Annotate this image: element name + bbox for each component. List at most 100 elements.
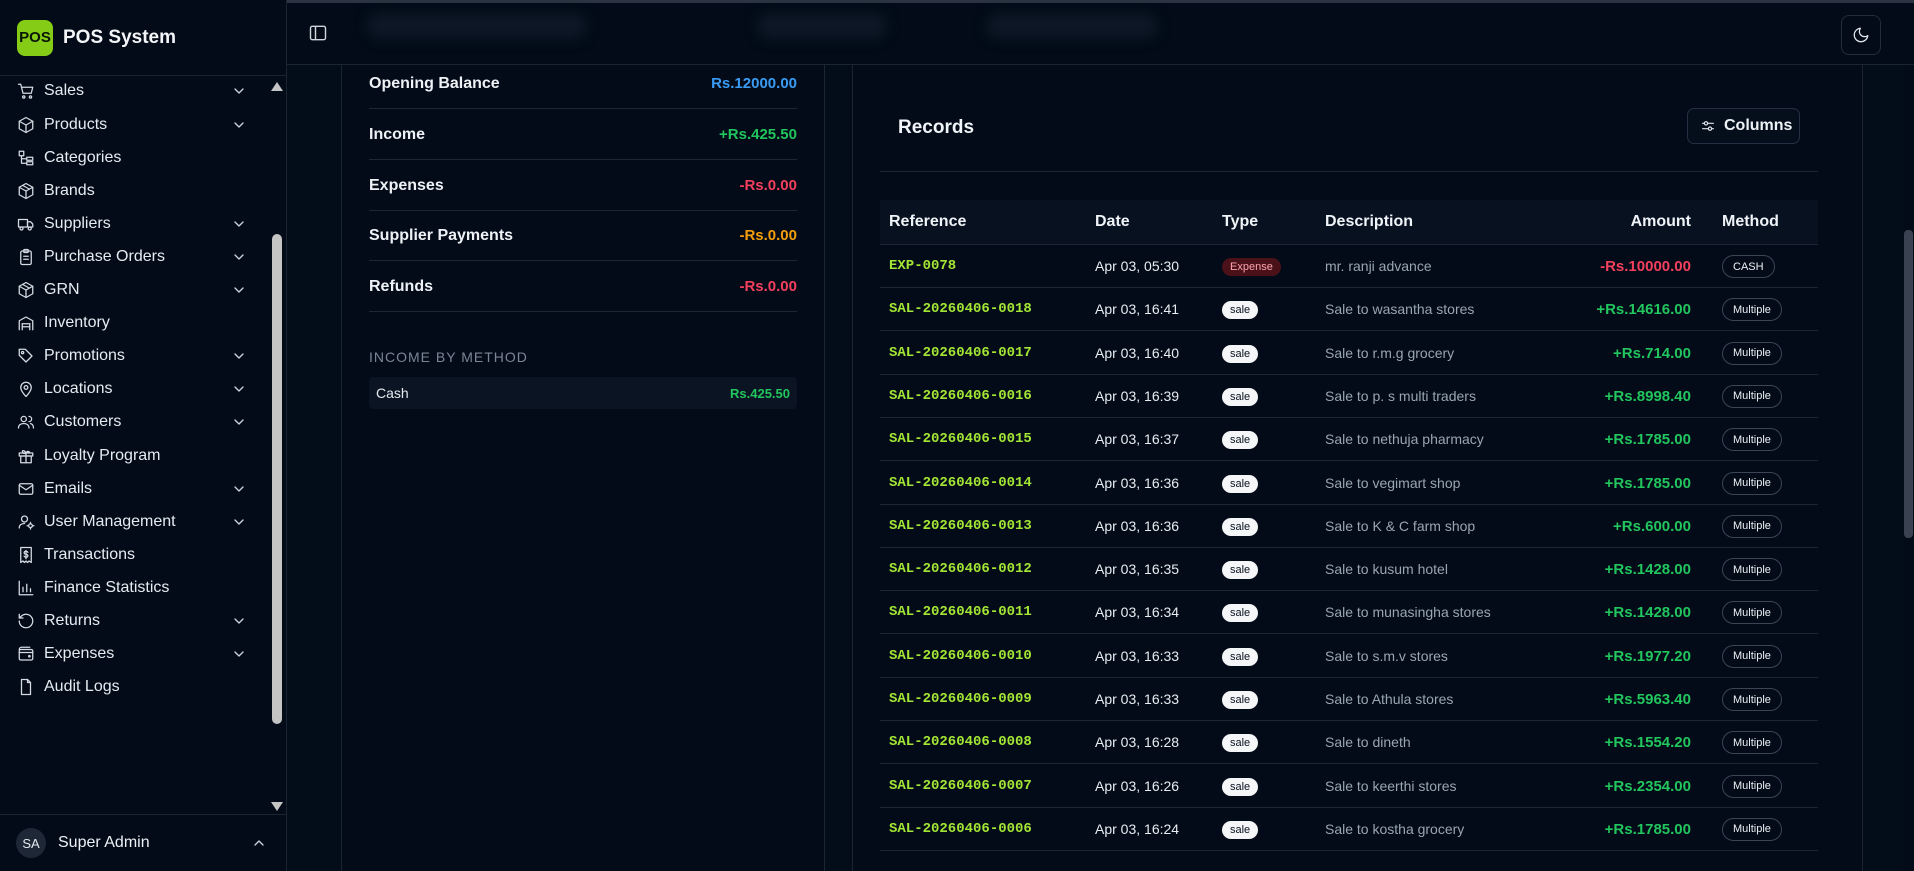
method-badge: Multiple xyxy=(1722,298,1782,322)
reference-cell[interactable]: SAL-20260406-0010 xyxy=(889,648,1032,664)
reference-cell[interactable]: SAL-20260406-0017 xyxy=(889,345,1032,361)
sidebar-toggle-button[interactable] xyxy=(308,23,330,45)
method-badge: Multiple xyxy=(1722,514,1782,538)
summary-label: Refunds xyxy=(369,277,433,295)
sidebar-scroll-thumb[interactable] xyxy=(272,234,282,724)
header-description[interactable]: Description xyxy=(1325,213,1413,231)
chevron-down-icon xyxy=(231,381,247,397)
reference-cell[interactable]: SAL-20260406-0014 xyxy=(889,475,1032,491)
summary-panel: Opening Balance Rs.12000.00 Income +Rs.425.… xyxy=(341,65,825,871)
file-icon xyxy=(16,677,36,697)
page-scroll-thumb[interactable] xyxy=(1904,230,1913,538)
blurred-header-content xyxy=(367,13,587,39)
chevron-down-icon xyxy=(231,83,247,99)
user-name: Super Admin xyxy=(58,834,150,851)
date-cell: Apr 03, 16:28 xyxy=(1095,734,1180,751)
summary-row-expenses: Expenses -Rs.0.00 xyxy=(369,161,797,211)
blurred-header-content xyxy=(987,13,1157,39)
sidebar-item-label: Emails xyxy=(44,480,93,497)
reference-cell[interactable]: SAL-20260406-0011 xyxy=(889,604,1032,620)
amount-cell: +Rs.14616.00 xyxy=(1596,301,1691,319)
amount-cell: +Rs.1428.00 xyxy=(1604,604,1691,622)
description-cell: Sale to Athula stores xyxy=(1325,691,1454,707)
type-badge: sale xyxy=(1222,301,1259,320)
table-row[interactable]: SAL-20260406-0007 Apr 03, 16:26 sale Sale t… xyxy=(880,765,1818,808)
main-content: Opening Balance Rs.12000.00 Income +Rs.425.… xyxy=(287,65,1914,871)
panel-left-icon xyxy=(309,25,327,41)
reference-cell[interactable]: SAL-20260406-0006 xyxy=(889,821,1032,837)
sidebar-item-sales[interactable]: Sales xyxy=(0,76,268,110)
date-cell: Apr 03, 16:33 xyxy=(1095,647,1180,664)
table-row[interactable]: EXP-0078 Apr 03, 05:30 Expense mr. ranji ad… xyxy=(880,245,1818,288)
table-row[interactable]: SAL-20260406-0012 Apr 03, 16:35 sale Sale t… xyxy=(880,548,1818,592)
reference-cell[interactable]: SAL-20260406-0009 xyxy=(889,691,1032,707)
sidebar-item-label: Promotions xyxy=(44,347,125,364)
reference-cell[interactable]: SAL-20260406-0007 xyxy=(889,778,1032,794)
sidebar-item-label: Returns xyxy=(44,612,101,629)
date-cell: Apr 03, 16:35 xyxy=(1095,561,1180,578)
table-row[interactable]: SAL-20260406-0016 Apr 03, 16:39 sale Sale t… xyxy=(880,375,1818,418)
description-cell: Sale to nethuja pharmacy xyxy=(1325,431,1484,448)
amount-cell: +Rs.1554.20 xyxy=(1604,734,1691,752)
table-row[interactable]: SAL-20260406-0018 Apr 03, 16:41 sale Sale t… xyxy=(880,288,1818,332)
user-menu[interactable]: SA Super Admin xyxy=(0,814,286,871)
description-cell: Sale to kusum hotel xyxy=(1325,561,1448,578)
type-badge: sale xyxy=(1222,431,1259,450)
sidebar-item-label: Suppliers xyxy=(44,215,111,232)
reference-cell[interactable]: SAL-20260406-0018 xyxy=(889,301,1032,317)
table-row[interactable]: SAL-20260406-0006 Apr 03, 16:24 sale Sale t… xyxy=(880,808,1818,851)
sidebar-item-label: Finance Statistics xyxy=(44,579,170,596)
reference-cell[interactable]: SAL-20260406-0012 xyxy=(889,561,1032,577)
sidebar-item-label: Brands xyxy=(44,182,95,199)
sidebar-item-label: User Management xyxy=(44,513,176,530)
reference-cell[interactable]: SAL-20260406-0008 xyxy=(889,734,1032,750)
brand-name: POS System xyxy=(63,26,176,48)
reference-cell[interactable]: EXP-0078 xyxy=(889,258,956,274)
table-row[interactable]: SAL-20260406-0008 Apr 03, 16:28 sale Sale t… xyxy=(880,721,1818,765)
method-badge: Multiple xyxy=(1722,817,1782,841)
sidebar-item-label: Categories xyxy=(44,149,122,166)
table-row[interactable]: SAL-20260406-0014 Apr 03, 16:36 sale Sale t… xyxy=(880,462,1818,505)
amount-cell: +Rs.2354.00 xyxy=(1604,777,1691,795)
bar-chart-icon xyxy=(16,578,36,598)
header-method[interactable]: Method xyxy=(1722,213,1779,231)
table-row[interactable]: SAL-20260406-0015 Apr 03, 16:37 sale Sale t… xyxy=(880,418,1818,462)
brand[interactable]: POS POS System xyxy=(0,0,286,76)
date-cell: Apr 03, 16:41 xyxy=(1095,301,1180,318)
divider xyxy=(880,171,1818,172)
sidebar-item-label: Purchase Orders xyxy=(44,248,165,265)
theme-toggle-button[interactable] xyxy=(1841,15,1881,55)
chevron-down-icon xyxy=(231,249,247,265)
scroll-up-arrow-icon[interactable] xyxy=(271,82,283,91)
sidebar-item-customers[interactable]: Customers xyxy=(0,403,268,441)
table-row[interactable]: SAL-20260406-0010 Apr 03, 16:33 sale Sale t… xyxy=(880,635,1818,678)
type-badge: sale xyxy=(1222,474,1259,493)
sidebar-item-label: Customers xyxy=(44,413,122,430)
header-amount[interactable]: Amount xyxy=(1551,213,1691,231)
header-type[interactable]: Type xyxy=(1222,213,1258,231)
table-row[interactable]: SAL-20260406-0009 Apr 03, 16:33 sale Sale t… xyxy=(880,678,1818,721)
truck-icon xyxy=(16,214,36,234)
date-cell: Apr 03, 05:30 xyxy=(1095,258,1180,274)
columns-button-label: Columns xyxy=(1724,117,1793,134)
description-cell: Sale to kostha grocery xyxy=(1325,820,1465,837)
sidebar-item-audit-logs[interactable]: Audit Logs xyxy=(0,668,268,706)
reference-cell[interactable]: SAL-20260406-0013 xyxy=(889,518,1032,534)
amount-cell: +Rs.1977.20 xyxy=(1604,647,1691,665)
table-row[interactable]: SAL-20260406-0017 Apr 03, 16:40 sale Sale t… xyxy=(880,332,1818,375)
income-method-row: Cash Rs.425.50 xyxy=(369,377,797,409)
header-reference[interactable]: Reference xyxy=(889,213,966,231)
table-row[interactable]: SAL-20260406-0013 Apr 03, 16:36 sale Sale t… xyxy=(880,505,1818,548)
reference-cell[interactable]: SAL-20260406-0016 xyxy=(889,388,1032,404)
warehouse-icon xyxy=(16,313,36,333)
reference-cell[interactable]: SAL-20260406-0015 xyxy=(889,431,1032,447)
type-badge: sale xyxy=(1222,820,1259,839)
sliders-icon xyxy=(1702,121,1714,131)
method-badge: Multiple xyxy=(1722,384,1782,408)
table-row[interactable]: SAL-20260406-0011 Apr 03, 16:34 sale Sale t… xyxy=(880,591,1818,635)
type-badge: sale xyxy=(1222,734,1259,753)
amount-cell: +Rs.1785.00 xyxy=(1604,820,1691,838)
scroll-down-arrow-icon[interactable] xyxy=(271,802,283,811)
columns-button[interactable]: Columns xyxy=(1687,108,1800,144)
header-date[interactable]: Date xyxy=(1095,213,1130,231)
